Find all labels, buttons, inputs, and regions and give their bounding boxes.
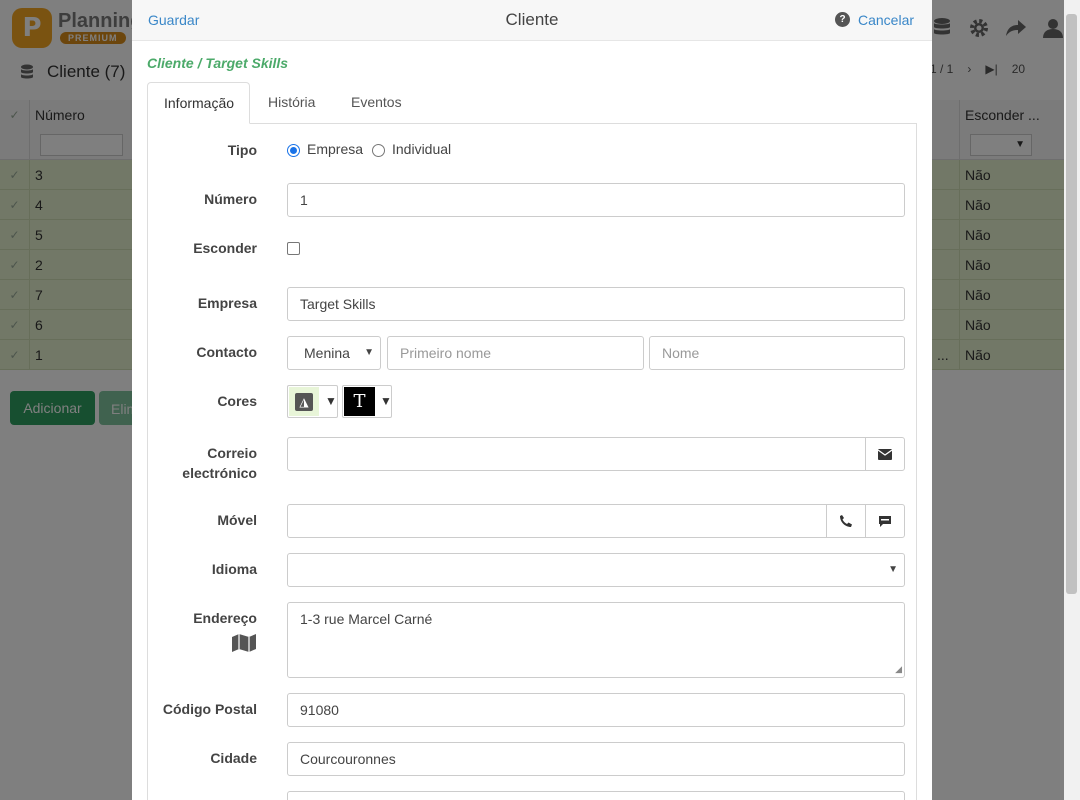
paint-bucket-icon: ◮	[295, 393, 313, 411]
tab-eventos[interactable]: Eventos	[335, 82, 418, 124]
map-icon[interactable]	[232, 634, 256, 655]
numero-input[interactable]: 1	[287, 183, 905, 217]
endereco-label: Endereço	[193, 610, 257, 626]
contacto-title-select[interactable]: Menina ▼	[287, 336, 381, 370]
modal-title: Cliente	[505, 10, 559, 29]
esconder-label: Esconder	[193, 240, 257, 256]
scrollbar-thumb[interactable]	[1066, 14, 1077, 594]
client-modal: Guardar Cliente ? Cancelar Cliente / Tar…	[132, 0, 932, 800]
esconder-checkbox[interactable]	[287, 242, 300, 255]
city-input[interactable]: Courcouronnes	[287, 742, 905, 776]
cores-label: Cores	[217, 393, 257, 409]
color-dropdown-arrow-icon: ▼	[380, 394, 392, 408]
tipo-radio-individual[interactable]	[372, 144, 385, 157]
tab-informacao[interactable]: Informação	[147, 82, 250, 124]
tab-bar: Informação História Eventos	[147, 82, 917, 124]
contacto-label: Contacto	[196, 344, 257, 360]
tab-historia[interactable]: História	[252, 82, 331, 124]
tipo-option-individual[interactable]: Individual	[392, 141, 451, 157]
numero-label: Número	[204, 191, 257, 207]
breadcrumb: Cliente / Target Skills	[147, 55, 289, 71]
send-email-button[interactable]	[865, 437, 905, 471]
contacto-first-name-input[interactable]: Primeiro nome	[387, 336, 644, 370]
next-field-input[interactable]	[287, 791, 905, 800]
contacto-last-name-input[interactable]: Nome	[649, 336, 905, 370]
call-button[interactable]	[826, 504, 866, 538]
sms-button[interactable]	[865, 504, 905, 538]
modal-header: Guardar Cliente ? Cancelar	[132, 0, 932, 41]
address-textarea[interactable]: 1-3 rue Marcel Carné ◢	[287, 602, 905, 678]
text-color-icon: T	[344, 387, 375, 416]
text-color-picker[interactable]: T ▼	[342, 385, 392, 418]
chevron-down-icon: ▼	[888, 564, 898, 575]
movel-label: Móvel	[217, 512, 257, 528]
resize-handle-icon[interactable]: ◢	[895, 664, 902, 675]
help-icon[interactable]: ?	[835, 12, 850, 27]
phone-icon	[840, 515, 852, 527]
sms-icon	[879, 515, 891, 527]
postal-code-input[interactable]: 91080	[287, 693, 905, 727]
idioma-label: Idioma	[211, 561, 257, 577]
envelope-icon	[878, 448, 892, 460]
mobile-input[interactable]	[287, 504, 827, 538]
cidade-label: Cidade	[210, 750, 257, 766]
background-color-picker[interactable]: ◮ ▼	[287, 385, 338, 418]
empresa-input[interactable]: Target Skills	[287, 287, 905, 321]
codigo-postal-label: Código Postal	[162, 701, 257, 717]
empresa-label: Empresa	[197, 295, 257, 311]
cancel-button[interactable]: Cancelar	[858, 12, 914, 28]
email-input[interactable]	[287, 437, 866, 471]
tipo-radio-empresa[interactable]	[287, 144, 300, 157]
tipo-option-empresa[interactable]: Empresa	[307, 141, 363, 157]
idioma-select[interactable]: ▼	[287, 553, 905, 587]
correio-label: Correio electrónico	[182, 445, 257, 481]
tipo-label: Tipo	[227, 142, 257, 158]
color-dropdown-arrow-icon: ▼	[325, 394, 337, 408]
